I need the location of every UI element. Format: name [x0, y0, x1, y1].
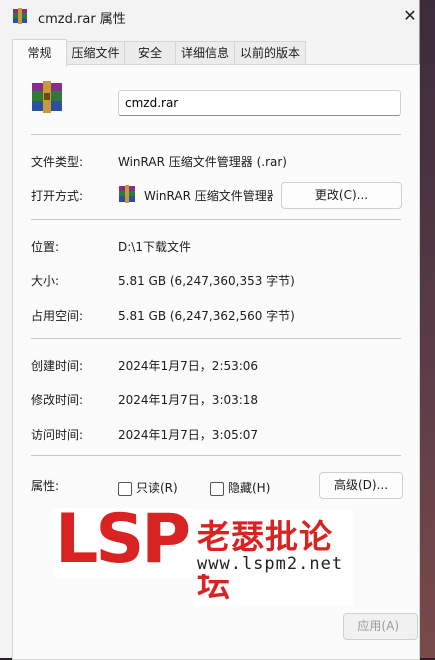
winrar-icon	[119, 185, 135, 203]
modified-label: 修改时间:	[31, 393, 84, 407]
file-type-label: 文件类型:	[31, 155, 84, 169]
divider	[31, 219, 401, 220]
checkbox-box[interactable]	[118, 481, 132, 496]
readonly-label: 只读(R)	[136, 481, 178, 495]
divider	[31, 455, 401, 456]
file-name-field[interactable]	[118, 90, 401, 116]
open-with-label: 打开方式:	[31, 189, 84, 203]
winrar-icon	[13, 8, 27, 24]
tab-details[interactable]: 详细信息	[175, 41, 235, 65]
advanced-button[interactable]: 高级(D)...	[319, 472, 403, 499]
file-type-value: WinRAR 压缩文件管理器 (.rar)	[118, 155, 287, 169]
location-label: 位置:	[31, 240, 60, 254]
tab-general[interactable]: 常规	[12, 39, 67, 67]
size-value: 5.81 GB (6,247,360,353 字节)	[118, 274, 295, 288]
apply-button[interactable]: 应用(A)	[343, 613, 418, 640]
created-label: 创建时间:	[31, 359, 84, 373]
watermark-logo: LSP 老瑟批论坛 www.lspm2.net	[53, 500, 353, 606]
rar-file-icon	[32, 81, 62, 113]
divider	[31, 338, 401, 339]
change-button[interactable]: 更改(C)...	[281, 182, 402, 209]
tab-previous-versions[interactable]: 以前的版本	[234, 41, 306, 65]
accessed-label: 访问时间:	[31, 428, 84, 442]
lsp-logo-text: LSP	[55, 500, 191, 579]
forum-url: www.lspm2.net	[193, 554, 348, 574]
open-with-value: WinRAR 压缩文件管理器	[144, 189, 273, 203]
size-label: 大小:	[31, 274, 60, 288]
size-on-disk-label: 占用空间:	[31, 309, 84, 323]
close-icon[interactable]: ✕	[398, 6, 422, 26]
hidden-label: 隐藏(H)	[228, 481, 271, 495]
attributes-label: 属性:	[31, 479, 60, 493]
readonly-checkbox[interactable]: 只读(R)	[118, 479, 178, 496]
hidden-checkbox[interactable]: 隐藏(H)	[210, 479, 270, 496]
size-on-disk-value: 5.81 GB (6,247,362,560 字节)	[118, 309, 295, 323]
created-value: 2024年1月7日，2:53:06	[118, 359, 259, 373]
tab-security[interactable]: 安全	[124, 41, 176, 65]
tab-archive[interactable]: 压缩文件	[66, 41, 125, 65]
checkbox-box[interactable]	[210, 481, 224, 496]
window-title: cmzd.rar 属性	[38, 12, 126, 27]
accessed-value: 2024年1月7日，3:05:07	[118, 428, 259, 442]
lsp-logo: LSP	[53, 500, 193, 579]
modified-value: 2024年1月7日，3:03:18	[118, 393, 259, 407]
divider	[31, 134, 401, 135]
location-value: D:\1下载文件	[118, 240, 191, 254]
title-bar[interactable]: cmzd.rar 属性 ✕	[0, 0, 419, 34]
